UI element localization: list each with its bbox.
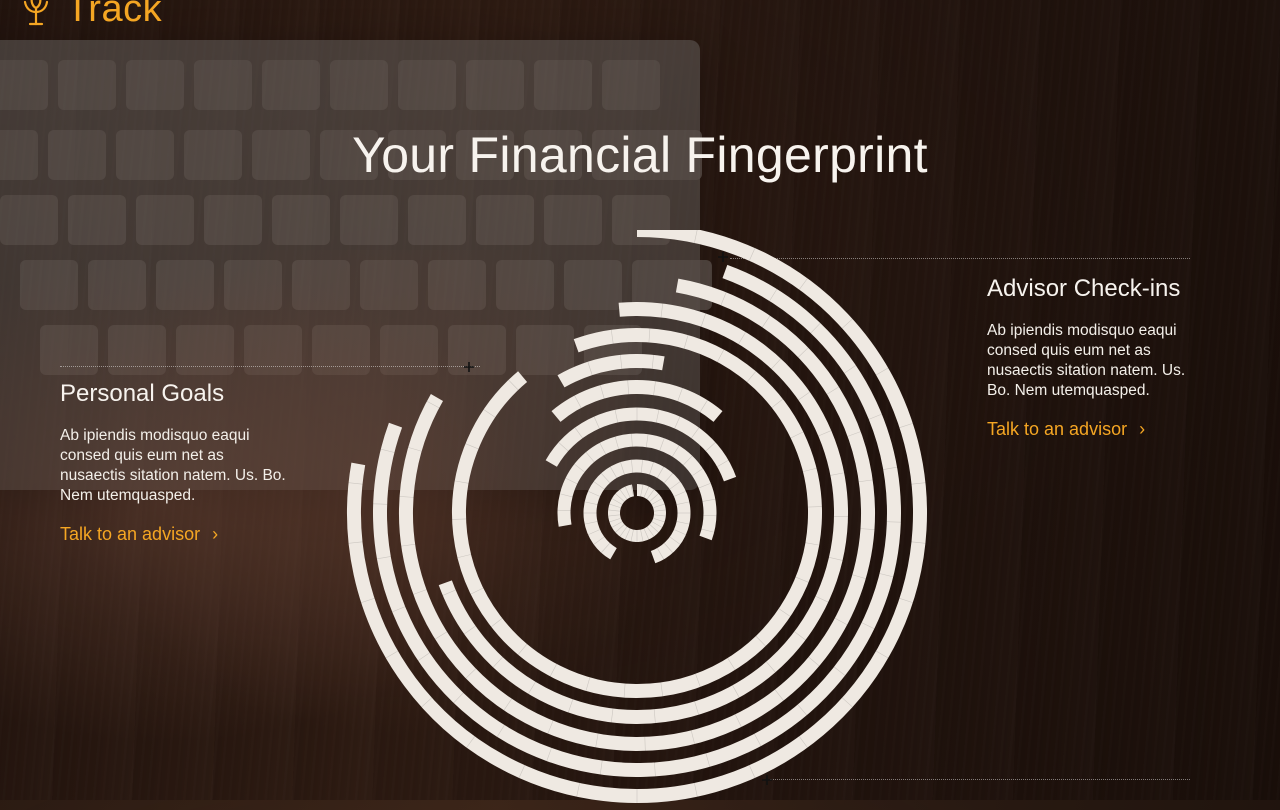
panel-body: Ab ipiendis modisquo eaqui consed quis e… bbox=[987, 321, 1207, 401]
fingerprint-ring bbox=[614, 490, 660, 536]
brand-logo[interactable]: Track bbox=[20, 0, 162, 31]
panel-title: Advisor Check-ins bbox=[987, 275, 1207, 303]
talk-to-advisor-link[interactable]: Talk to an advisor › bbox=[987, 419, 1145, 440]
chevron-right-icon: › bbox=[212, 524, 218, 545]
financial-fingerprint-graphic[interactable] bbox=[340, 230, 950, 810]
panel-title: Personal Goals bbox=[60, 380, 290, 408]
wheat-sheaf-icon bbox=[20, 0, 52, 26]
talk-to-advisor-link[interactable]: Talk to an advisor › bbox=[60, 524, 218, 545]
fingerprint-ring bbox=[561, 361, 663, 381]
page-title: Your Financial Fingerprint bbox=[0, 126, 1280, 184]
cta-label: Talk to an advisor bbox=[60, 524, 200, 545]
brand-name: Track bbox=[66, 0, 162, 31]
panel-personal-goals: Personal Goals Ab ipiendis modisquo eaqu… bbox=[60, 380, 290, 545]
panel-body: Ab ipiendis modisquo eaqui consed quis e… bbox=[60, 426, 290, 506]
fingerprint-ring bbox=[590, 466, 684, 557]
cta-label: Talk to an advisor bbox=[987, 419, 1127, 440]
fingerprint-ring bbox=[445, 309, 841, 717]
panel-advisor-checkins: Advisor Check-ins Ab ipiendis modisquo e… bbox=[987, 275, 1207, 440]
chevron-right-icon: › bbox=[1139, 419, 1145, 440]
